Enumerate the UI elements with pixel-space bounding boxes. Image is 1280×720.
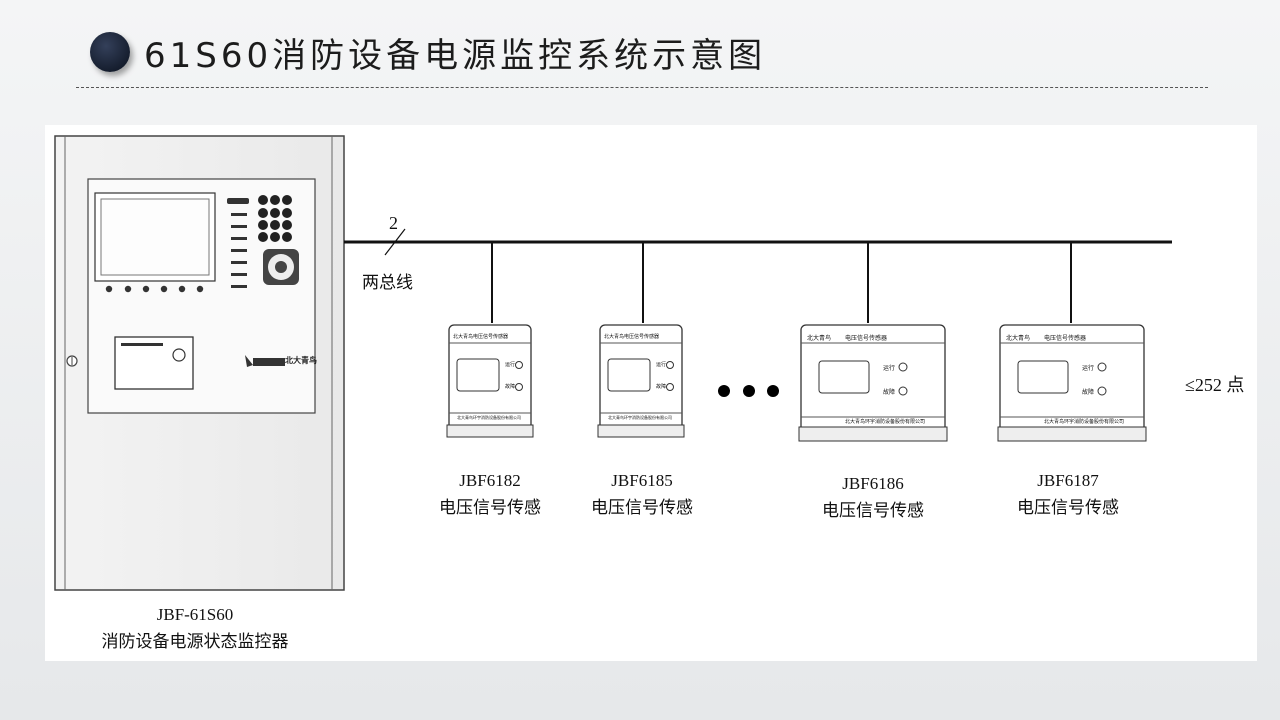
sensor-4-logo: 北大青鸟 — [1006, 335, 1031, 342]
bus-wire-count: 2 — [389, 213, 398, 233]
sensor-4-caption: JBF6187 电压信号传感 — [1008, 471, 1128, 518]
sensor-2-model: JBF6185 — [611, 471, 673, 490]
title-bullet-icon — [90, 32, 130, 72]
sensor-3-caption: JBF6186 电压信号传感 — [813, 474, 933, 521]
system-diagram — [54, 135, 1172, 591]
controller-model: JBF-61S60 — [156, 605, 234, 624]
sensor-3-panel-title: 电压信号传感器 — [845, 335, 888, 342]
sensor-1-maker: 北大青鸟环宇消防设备股份有限公司 — [457, 415, 521, 420]
sensor-1-name: 电压信号传感 — [439, 498, 541, 518]
diagram-panel: 北大青鸟 电压信号传感器 北大青鸟 运行 故障 北大青鸟环宇消防设备股份有限公司… — [45, 125, 1257, 661]
capacity-label: ≤252 点 — [1185, 375, 1245, 395]
controller-caption: JBF-61S60 消防设备电源状态监控器 — [75, 605, 315, 652]
sensor-3-run: 运行 — [883, 365, 896, 372]
controller-logo-text: 北大青鸟 — [285, 356, 317, 365]
sensor-3-maker: 北大青鸟环宇消防设备股份有限公司 — [845, 419, 926, 425]
sensor-4-run: 运行 — [1082, 365, 1095, 372]
sensor-2-fault: 故障 — [656, 384, 667, 390]
bus-label: 两总线 — [362, 273, 413, 293]
printer — [114, 336, 194, 390]
sensor-1-logo: 北大青鸟 — [453, 334, 474, 340]
sensor-2-run: 运行 — [656, 362, 667, 368]
sensor-4-panel-title: 电压信号传感器 — [1044, 335, 1087, 342]
bus-drops — [491, 242, 1072, 323]
sensor-4-model: JBF6187 — [1037, 471, 1099, 490]
sensor-4-fault: 故障 — [1082, 389, 1095, 396]
sensor-1-caption: JBF6182 电压信号传感 — [430, 471, 550, 518]
sensor-4-maker: 北大青鸟环宇消防设备股份有限公司 — [1044, 419, 1125, 425]
sensor-2-name: 电压信号传感 — [591, 498, 693, 518]
controller-name: 消防设备电源状态监控器 — [101, 632, 289, 652]
sensor-2-caption: JBF6185 电压信号传感 — [582, 471, 702, 518]
sensor-3-name: 电压信号传感 — [822, 501, 924, 521]
sensor-1-run: 运行 — [505, 362, 516, 368]
title-divider — [76, 87, 1208, 88]
sensor-3-model: JBF6186 — [842, 474, 904, 493]
sensor-2-panel-title: 电压信号传感器 — [624, 334, 660, 340]
sensor-3-fault: 故障 — [883, 389, 896, 396]
sensor-1-fault: 故障 — [505, 384, 516, 390]
sensor-3-logo: 北大青鸟 — [807, 335, 832, 342]
sensor-4-name: 电压信号传感 — [1017, 498, 1119, 518]
sensor-2-logo: 北大青鸟 — [604, 334, 625, 340]
sensor-2-maker: 北大青鸟环宇消防设备股份有限公司 — [608, 415, 672, 420]
sensor-1-panel-title: 电压信号传感器 — [473, 334, 509, 340]
nav-pad — [263, 249, 299, 285]
sensor-1-model: JBF6182 — [459, 471, 521, 490]
more-sensors-ellipsis — [718, 385, 779, 397]
page-title: 61S60消防设备电源监控系统示意图 — [144, 36, 767, 76]
